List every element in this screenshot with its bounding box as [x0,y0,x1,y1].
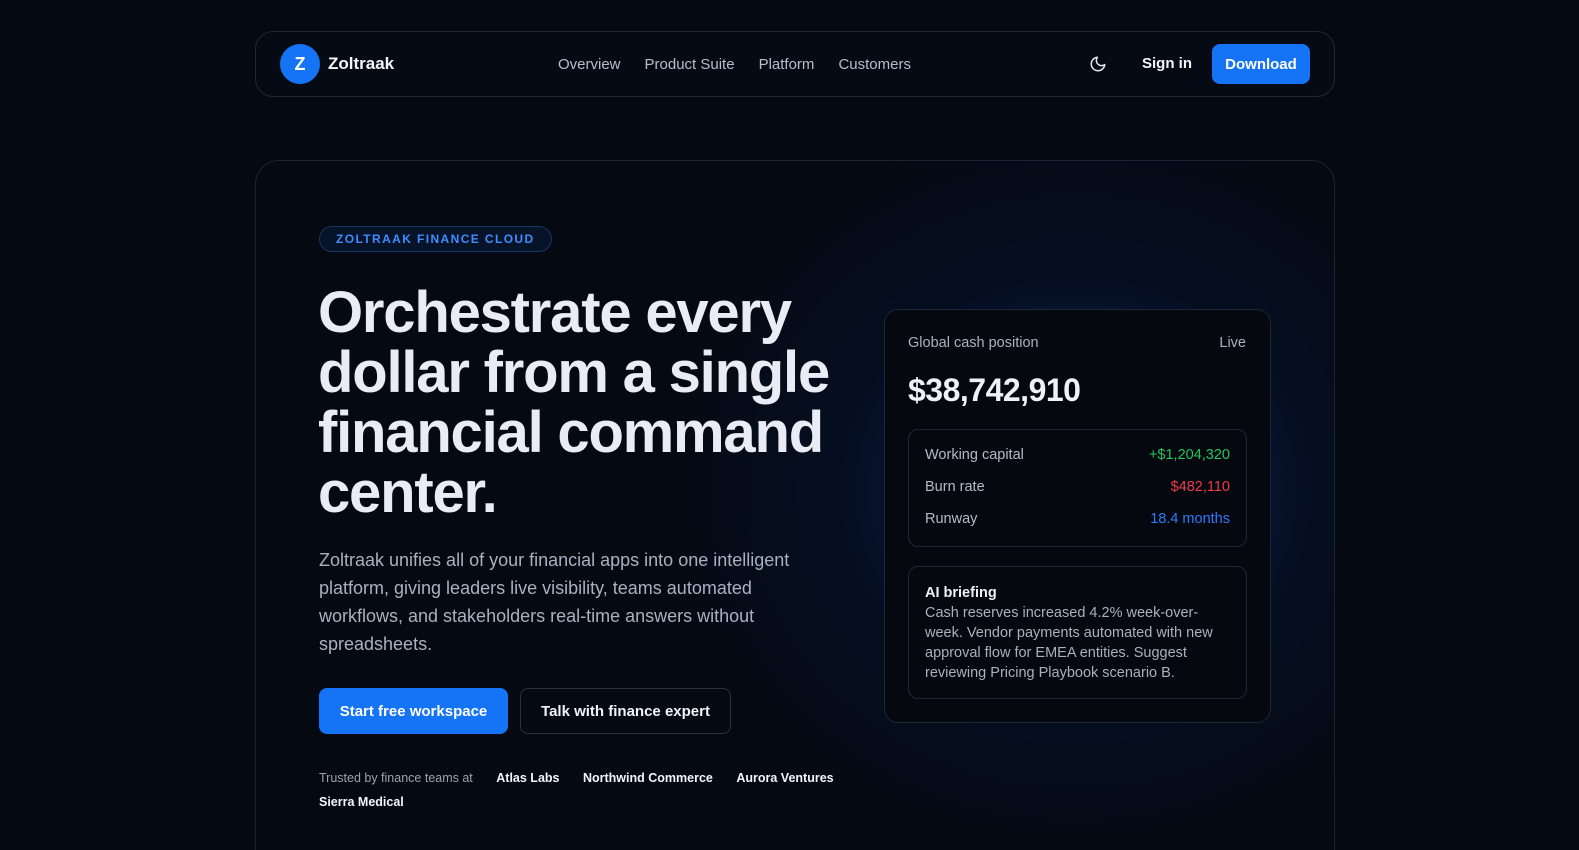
metric-row-runway: Runway 18.4 months [925,511,1230,531]
trusted-company: Aurora Ventures [736,771,834,785]
hero-badge: ZOLTRAAK FINANCE CLOUD [319,226,552,252]
live-status: Live [1219,335,1246,351]
nav-links: Overview Product Suite Platform Customer… [558,32,935,96]
metric-value: +$1,204,320 [1148,447,1230,463]
ai-briefing-title: AI briefing [925,585,997,601]
sign-in-link[interactable]: Sign in [1142,55,1192,72]
start-free-workspace-button[interactable]: Start free workspace [319,688,508,734]
nav-link-customers[interactable]: Customers [838,56,911,73]
metric-name: Runway [925,511,978,527]
navbar: Z Zoltraak Overview Product Suite Platfo… [255,31,1335,97]
nav-link-overview[interactable]: Overview [558,56,621,73]
trusted-by: Trusted by finance teams at Atlas Labs N… [319,766,859,814]
page: Z Zoltraak Overview Product Suite Platfo… [0,0,1579,850]
hero-section: ZOLTRAAK FINANCE CLOUD Orchestrate every… [255,160,1335,850]
trusted-label: Trusted by finance teams at [319,771,473,785]
theme-toggle-button[interactable] [1086,52,1110,76]
brand[interactable]: Z Zoltraak [280,44,394,84]
trusted-company: Sierra Medical [319,795,404,809]
metric-row-burn-rate: Burn rate $482,110 [925,479,1230,499]
metric-name: Burn rate [925,479,985,495]
trusted-company: Northwind Commerce [582,771,713,785]
brand-name: Zoltraak [328,54,395,73]
metric-name: Working capital [925,447,1024,463]
cash-card-label: Global cash position [908,335,1039,351]
cash-position-card: Global cash position Live $38,742,910 Wo… [884,309,1271,723]
talk-with-expert-button[interactable]: Talk with finance expert [520,688,731,734]
trusted-company: Atlas Labs [496,771,560,785]
metrics-box: Working capital +$1,204,320 Burn rate $4… [908,429,1247,547]
brand-logo: Z [280,44,320,84]
metric-value: $482,110 [1170,479,1230,495]
metric-value: 18.4 months [1150,511,1230,527]
hero-headline: Orchestrate every dollar from a single f… [318,280,830,525]
moon-icon [1090,56,1106,72]
cash-amount: $38,742,910 [908,372,1081,408]
nav-link-platform[interactable]: Platform [759,56,815,73]
metric-row-working-capital: Working capital +$1,204,320 [925,447,1230,467]
ai-briefing-box: AI briefing Cash reserves increased 4.2%… [908,566,1247,699]
nav-link-product-suite[interactable]: Product Suite [645,56,735,73]
ai-briefing-body: Cash reserves increased 4.2% week-over-w… [925,605,1213,681]
download-button[interactable]: Download [1212,44,1310,84]
hero-subtext: Zoltraak unifies all of your financial a… [319,550,790,654]
